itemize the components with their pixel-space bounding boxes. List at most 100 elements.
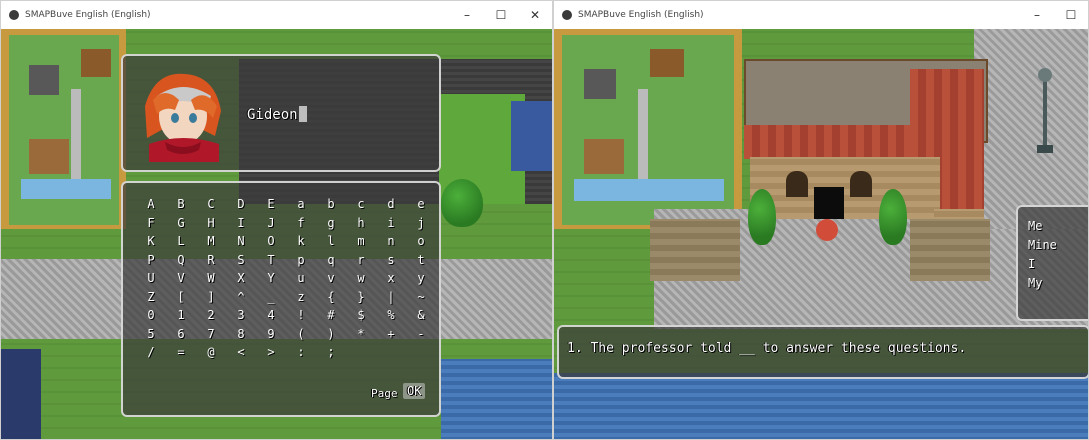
key-cell[interactable]: K <box>137 234 165 253</box>
key-cell[interactable]: ^ <box>227 290 255 309</box>
key-cell[interactable]: d <box>377 197 405 216</box>
key-cell[interactable]: t <box>407 253 435 272</box>
key-cell[interactable]: R <box>197 253 225 272</box>
key-cell[interactable]: p <box>287 253 315 272</box>
key-cell[interactable]: * <box>347 327 375 346</box>
key-cell[interactable]: k <box>287 234 315 253</box>
key-cell[interactable]: r <box>347 253 375 272</box>
key-cell[interactable]: g <box>317 216 345 235</box>
choice-option[interactable]: Me <box>1028 217 1057 236</box>
key-cell[interactable]: 4 <box>257 308 285 327</box>
key-cell[interactable]: z <box>287 290 315 309</box>
key-cell[interactable]: I <box>227 216 255 235</box>
key-cell[interactable]: T <box>257 253 285 272</box>
key-cell[interactable]: 1 <box>167 308 195 327</box>
maximize-button[interactable]: ☐ <box>484 1 518 29</box>
key-cell[interactable]: c <box>347 197 375 216</box>
key-cell[interactable]: U <box>137 271 165 290</box>
key-cell[interactable] <box>377 345 405 364</box>
key-cell[interactable]: D <box>227 197 255 216</box>
key-cell[interactable]: h <box>347 216 375 235</box>
key-cell[interactable]: P <box>137 253 165 272</box>
key-cell[interactable]: Z <box>137 290 165 309</box>
key-cell[interactable]: : <box>287 345 315 364</box>
key-cell[interactable]: ( <box>287 327 315 346</box>
key-cell[interactable]: Y <box>257 271 285 290</box>
key-cell[interactable]: / <box>137 345 165 364</box>
ok-button[interactable]: OK <box>403 383 426 399</box>
key-cell[interactable]: V <box>167 271 195 290</box>
key-cell[interactable]: B <box>167 197 195 216</box>
key-cell[interactable]: @ <box>197 345 225 364</box>
key-cell[interactable]: m <box>347 234 375 253</box>
minimize-button[interactable]: – <box>450 1 484 29</box>
key-cell[interactable]: e <box>407 197 435 216</box>
key-cell[interactable]: A <box>137 197 165 216</box>
key-cell[interactable]: i <box>377 216 405 235</box>
key-cell[interactable]: L <box>167 234 195 253</box>
key-cell[interactable]: - <box>407 327 435 346</box>
key-cell[interactable]: w <box>347 271 375 290</box>
key-cell[interactable]: 6 <box>167 327 195 346</box>
key-cell[interactable]: s <box>377 253 405 272</box>
key-cell[interactable]: 3 <box>227 308 255 327</box>
key-cell[interactable]: f <box>287 216 315 235</box>
choice-option[interactable]: Mine <box>1028 236 1057 255</box>
key-cell[interactable]: 8 <box>227 327 255 346</box>
key-cell[interactable]: # <box>317 308 345 327</box>
key-cell[interactable]: 2 <box>197 308 225 327</box>
key-cell[interactable]: S <box>227 253 255 272</box>
key-cell[interactable]: ; <box>317 345 345 364</box>
key-cell[interactable]: 9 <box>257 327 285 346</box>
key-cell[interactable]: ] <box>197 290 225 309</box>
key-cell[interactable] <box>407 345 435 364</box>
key-cell[interactable]: q <box>317 253 345 272</box>
key-cell[interactable]: & <box>407 308 435 327</box>
key-cell[interactable] <box>347 345 375 364</box>
key-cell[interactable]: b <box>317 197 345 216</box>
key-cell[interactable]: a <box>287 197 315 216</box>
key-cell[interactable]: ) <box>317 327 345 346</box>
key-cell[interactable]: M <box>197 234 225 253</box>
key-cell[interactable]: 7 <box>197 327 225 346</box>
key-cell[interactable]: 5 <box>137 327 165 346</box>
key-cell[interactable]: G <box>167 216 195 235</box>
key-cell[interactable]: C <box>197 197 225 216</box>
key-cell[interactable]: E <box>257 197 285 216</box>
key-cell[interactable]: X <box>227 271 255 290</box>
key-cell[interactable]: j <box>407 216 435 235</box>
key-cell[interactable]: o <box>407 234 435 253</box>
key-cell[interactable]: l <box>317 234 345 253</box>
key-cell[interactable]: % <box>377 308 405 327</box>
key-cell[interactable]: F <box>137 216 165 235</box>
key-cell[interactable]: { <box>317 290 345 309</box>
key-cell[interactable]: J <box>257 216 285 235</box>
choice-option[interactable]: I <box>1028 255 1057 274</box>
key-cell[interactable]: v <box>317 271 345 290</box>
page-button[interactable]: Page <box>371 387 398 400</box>
key-cell[interactable]: n <box>377 234 405 253</box>
minimize-button[interactable]: – <box>1020 1 1054 29</box>
close-button[interactable]: ✕ <box>518 1 552 29</box>
key-cell[interactable]: > <box>257 345 285 364</box>
key-cell[interactable]: } <box>347 290 375 309</box>
key-cell[interactable]: u <box>287 271 315 290</box>
key-cell[interactable]: | <box>377 290 405 309</box>
key-cell[interactable]: $ <box>347 308 375 327</box>
key-cell[interactable]: ~ <box>407 290 435 309</box>
key-cell[interactable]: ! <box>287 308 315 327</box>
key-cell[interactable]: y <box>407 271 435 290</box>
choice-option[interactable]: My <box>1028 274 1057 293</box>
key-cell[interactable]: H <box>197 216 225 235</box>
key-cell[interactable]: N <box>227 234 255 253</box>
key-cell[interactable]: [ <box>167 290 195 309</box>
key-cell[interactable]: W <box>197 271 225 290</box>
name-input-field[interactable]: Gideon <box>247 106 307 123</box>
key-cell[interactable]: 0 <box>137 308 165 327</box>
key-cell[interactable]: x <box>377 271 405 290</box>
key-cell[interactable]: Q <box>167 253 195 272</box>
key-cell[interactable]: = <box>167 345 195 364</box>
key-cell[interactable]: O <box>257 234 285 253</box>
key-cell[interactable]: < <box>227 345 255 364</box>
key-cell[interactable]: + <box>377 327 405 346</box>
